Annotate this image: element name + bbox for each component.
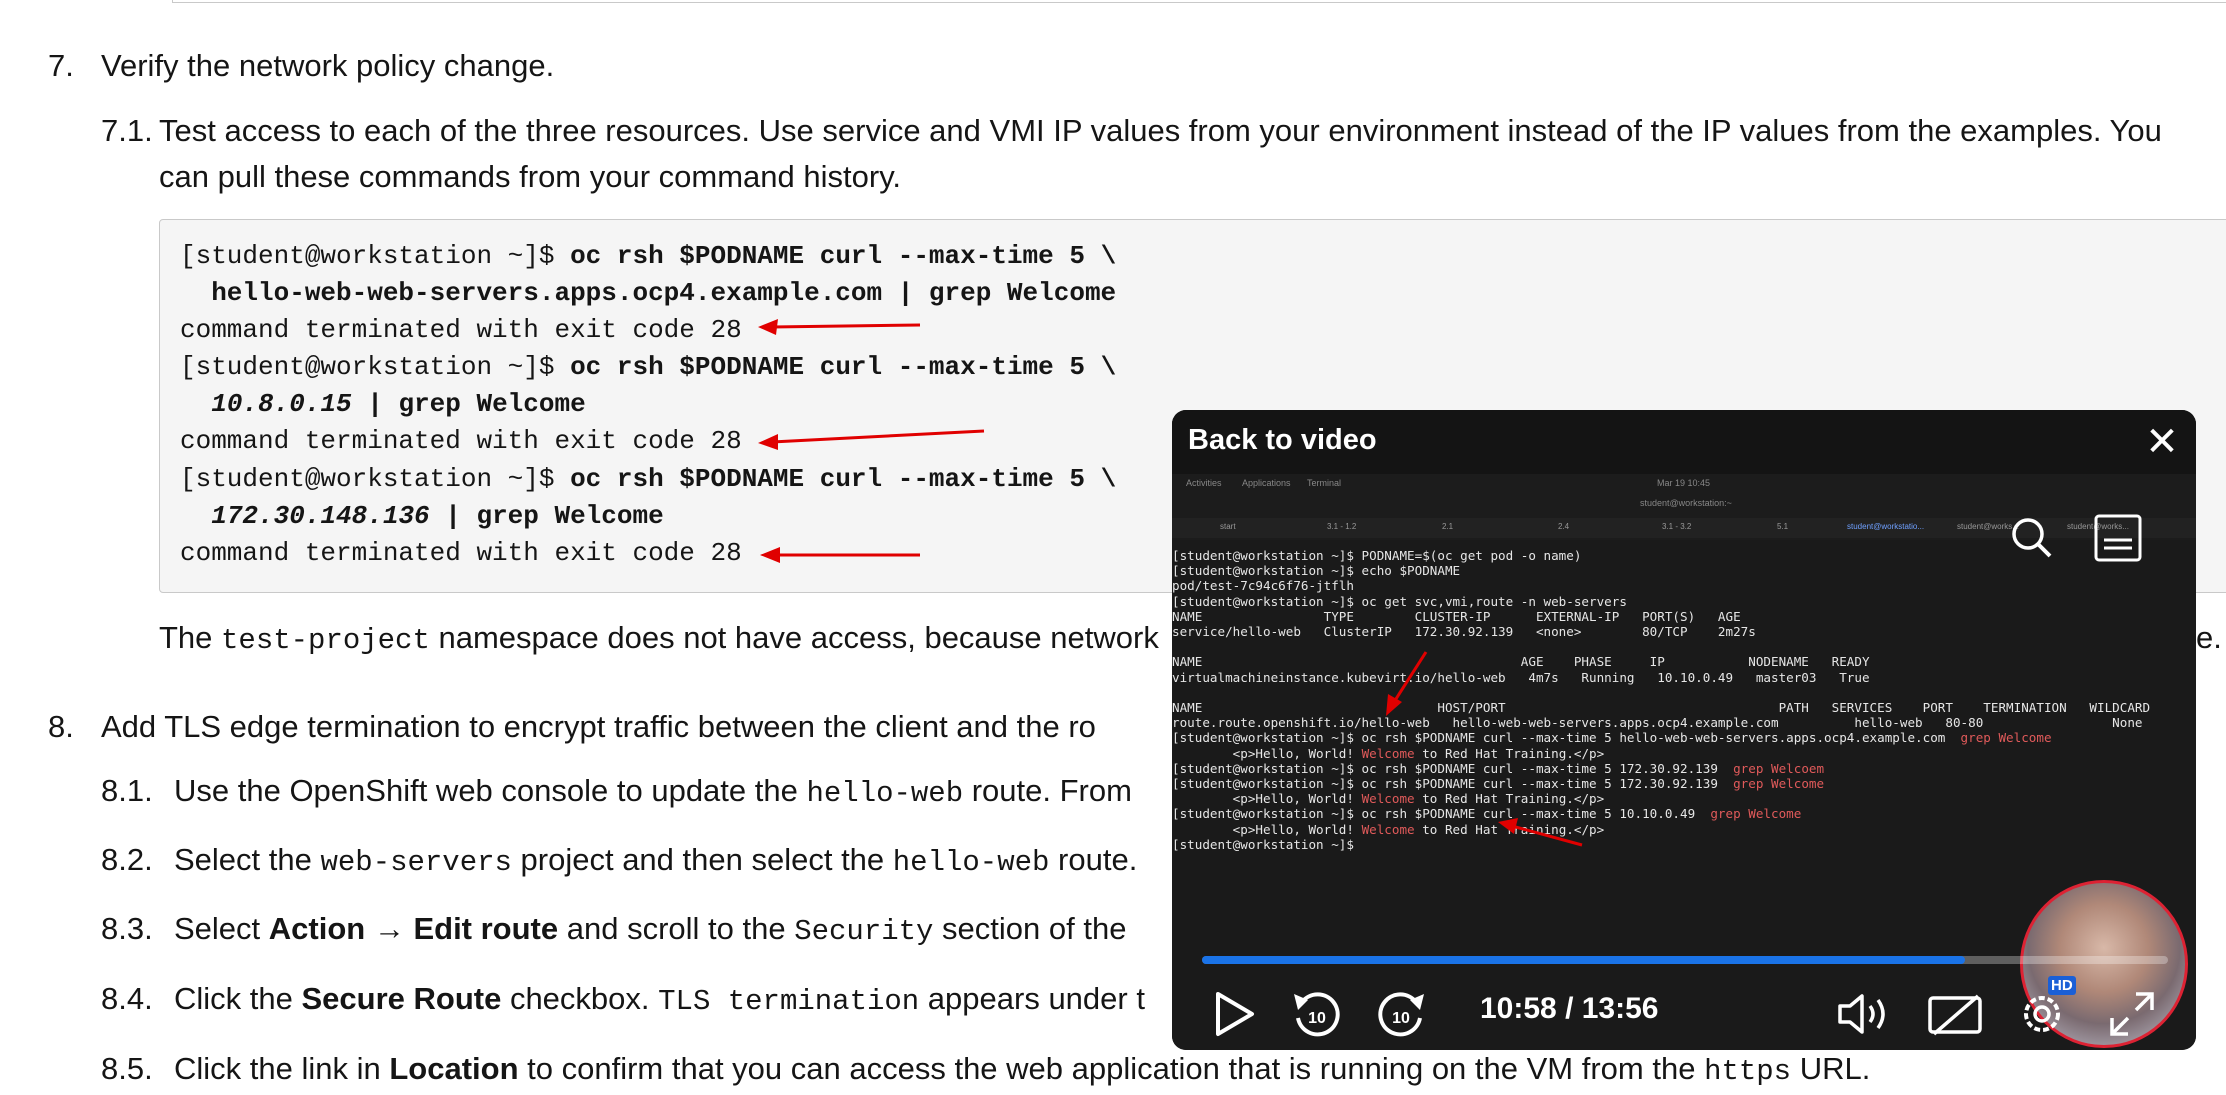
paragraph-tail: e. (2196, 620, 2222, 655)
previous-code-box-edge (172, 0, 2226, 3)
volume-icon[interactable] (1836, 990, 1896, 1038)
annotation-arrow-icon (760, 547, 920, 563)
expand-icon[interactable] (2106, 988, 2158, 1040)
terminal-label: Terminal (1307, 478, 1342, 488)
captions-off-icon[interactable] (1926, 990, 1984, 1038)
terminal-tab[interactable]: 3.1 - 3.2 (1662, 522, 1691, 531)
step-7-1-line2: can pull these commands from your comman… (159, 159, 902, 194)
rewind-10-icon[interactable]: 10 (1290, 988, 1344, 1042)
step-8-text: Add TLS edge termination to encrypt traf… (101, 709, 1096, 744)
terminal-line: pod/test-7c94c6f76-jtflh (1172, 578, 1354, 594)
terminal-line: [student@workstation ~]$ PODNAME=$(oc ge… (1172, 548, 1582, 563)
step-number: 8.3. (101, 911, 153, 946)
settings-gear-icon[interactable] (2016, 988, 2068, 1040)
code-line: hello-web-web-servers.apps.ocp4.example.… (180, 278, 1117, 308)
step-8-5-text: Click the link in Location to confirm th… (174, 1051, 1871, 1088)
terminal-line: [student@workstation ~]$ echo $PODNAME (1172, 563, 1461, 579)
step-8-4-text: Click the Secure Route checkbox. TLS ter… (174, 981, 1145, 1018)
terminal-tab[interactable]: start (1220, 522, 1236, 531)
search-icon[interactable] (2008, 514, 2056, 562)
window-title: student@workstation:~ (1640, 498, 1732, 508)
annotation-arrow-icon (758, 319, 921, 335)
code-line: [student@workstation ~]$ oc rsh $PODNAME… (180, 241, 1117, 271)
step-number: 8.2. (101, 842, 153, 877)
hd-badge: HD (2048, 976, 2076, 995)
step-number: 7.1. (101, 113, 153, 148)
terminal-line: [student@workstation ~]$ oc get svc,vmi,… (1172, 593, 1627, 609)
terminal-line: NAME TYPE CLUSTER-IP EXTERNAL-IP PORT(S)… (1172, 608, 1741, 624)
step-8-1-text: Use the OpenShift web console to update … (174, 773, 1132, 810)
step-number: 8.1. (101, 773, 153, 808)
miniplayer-header: Back to video ✕ (1172, 410, 2196, 474)
step-number: 7. (48, 48, 74, 83)
forward-10-icon[interactable]: 10 (1374, 988, 1428, 1042)
code-line: [student@workstation ~]$ oc rsh $PODNAME… (180, 464, 1117, 494)
applications-label: Applications (1242, 478, 1291, 488)
step-8-2-text: Select the web-servers project and then … (174, 842, 1138, 879)
activities-label: Activities (1186, 478, 1222, 488)
annotation-arrow-icon (758, 429, 985, 450)
back-to-video-link[interactable]: Back to video (1188, 424, 1377, 457)
step-number: 8.4. (101, 981, 153, 1016)
step-7-text: Verify the network policy change. (101, 48, 555, 83)
code-line: 10.8.0.15 | grep Welcome (211, 389, 586, 419)
terminal-line: [student@workstation ~]$ (1172, 836, 1354, 852)
video-miniplayer[interactable]: Back to video ✕ Activities Applications … (1172, 410, 2196, 1050)
code-line: [student@workstation ~]$ oc rsh $PODNAME… (180, 352, 1117, 382)
play-icon[interactable] (1212, 990, 1256, 1038)
svg-text:10: 10 (1392, 1010, 1410, 1027)
code-output: command terminated with exit code 28 (180, 538, 742, 568)
annotation-arrow-icon (1386, 651, 1583, 847)
terminal-tab[interactable]: 2.1 (1442, 522, 1453, 531)
step-number: 8.5. (101, 1051, 153, 1086)
code-output: command terminated with exit code 28 (180, 426, 742, 456)
time-display: 10:58 / 13:56 (1480, 992, 1659, 1025)
terminal-tab[interactable]: 3.1 - 1.2 (1327, 522, 1356, 531)
svg-text:10: 10 (1308, 1010, 1326, 1027)
code-output: command terminated with exit code 28 (180, 315, 742, 345)
step-8-3-text: Select Action → Edit route and scroll to… (174, 911, 1127, 948)
transcript-icon[interactable] (2092, 512, 2144, 564)
close-icon[interactable]: ✕ (2142, 422, 2182, 462)
terminal-line: route.route.openshift.io/hello-web hello… (1172, 715, 2143, 731)
step-7-1-line1: Test access to each of the three resourc… (159, 113, 2162, 148)
clock: Mar 19 10:45 (1657, 478, 1711, 488)
progress-fill (1202, 956, 1966, 964)
terminal-line: NAME HOST/PORT PATH SERVICES PORT TERMIN… (1172, 700, 2151, 715)
terminal-line: [student@workstation ~]$ oc rsh $PODNAME… (1172, 730, 2052, 746)
progress-bar[interactable] (1202, 956, 2168, 964)
code-line: 172.30.148.136 | grep Welcome (211, 501, 664, 531)
terminal-tab[interactable]: 2.4 (1558, 522, 1569, 531)
paragraph-network-access: The test-project namespace does not have… (159, 620, 1159, 657)
terminal-tab[interactable]: 5.1 (1777, 522, 1788, 531)
terminal-line: service/hello-web ClusterIP 172.30.92.13… (1172, 624, 1756, 639)
terminal-tab-active[interactable]: student@workstatio... (1847, 522, 1924, 531)
step-number: 8. (48, 709, 74, 744)
